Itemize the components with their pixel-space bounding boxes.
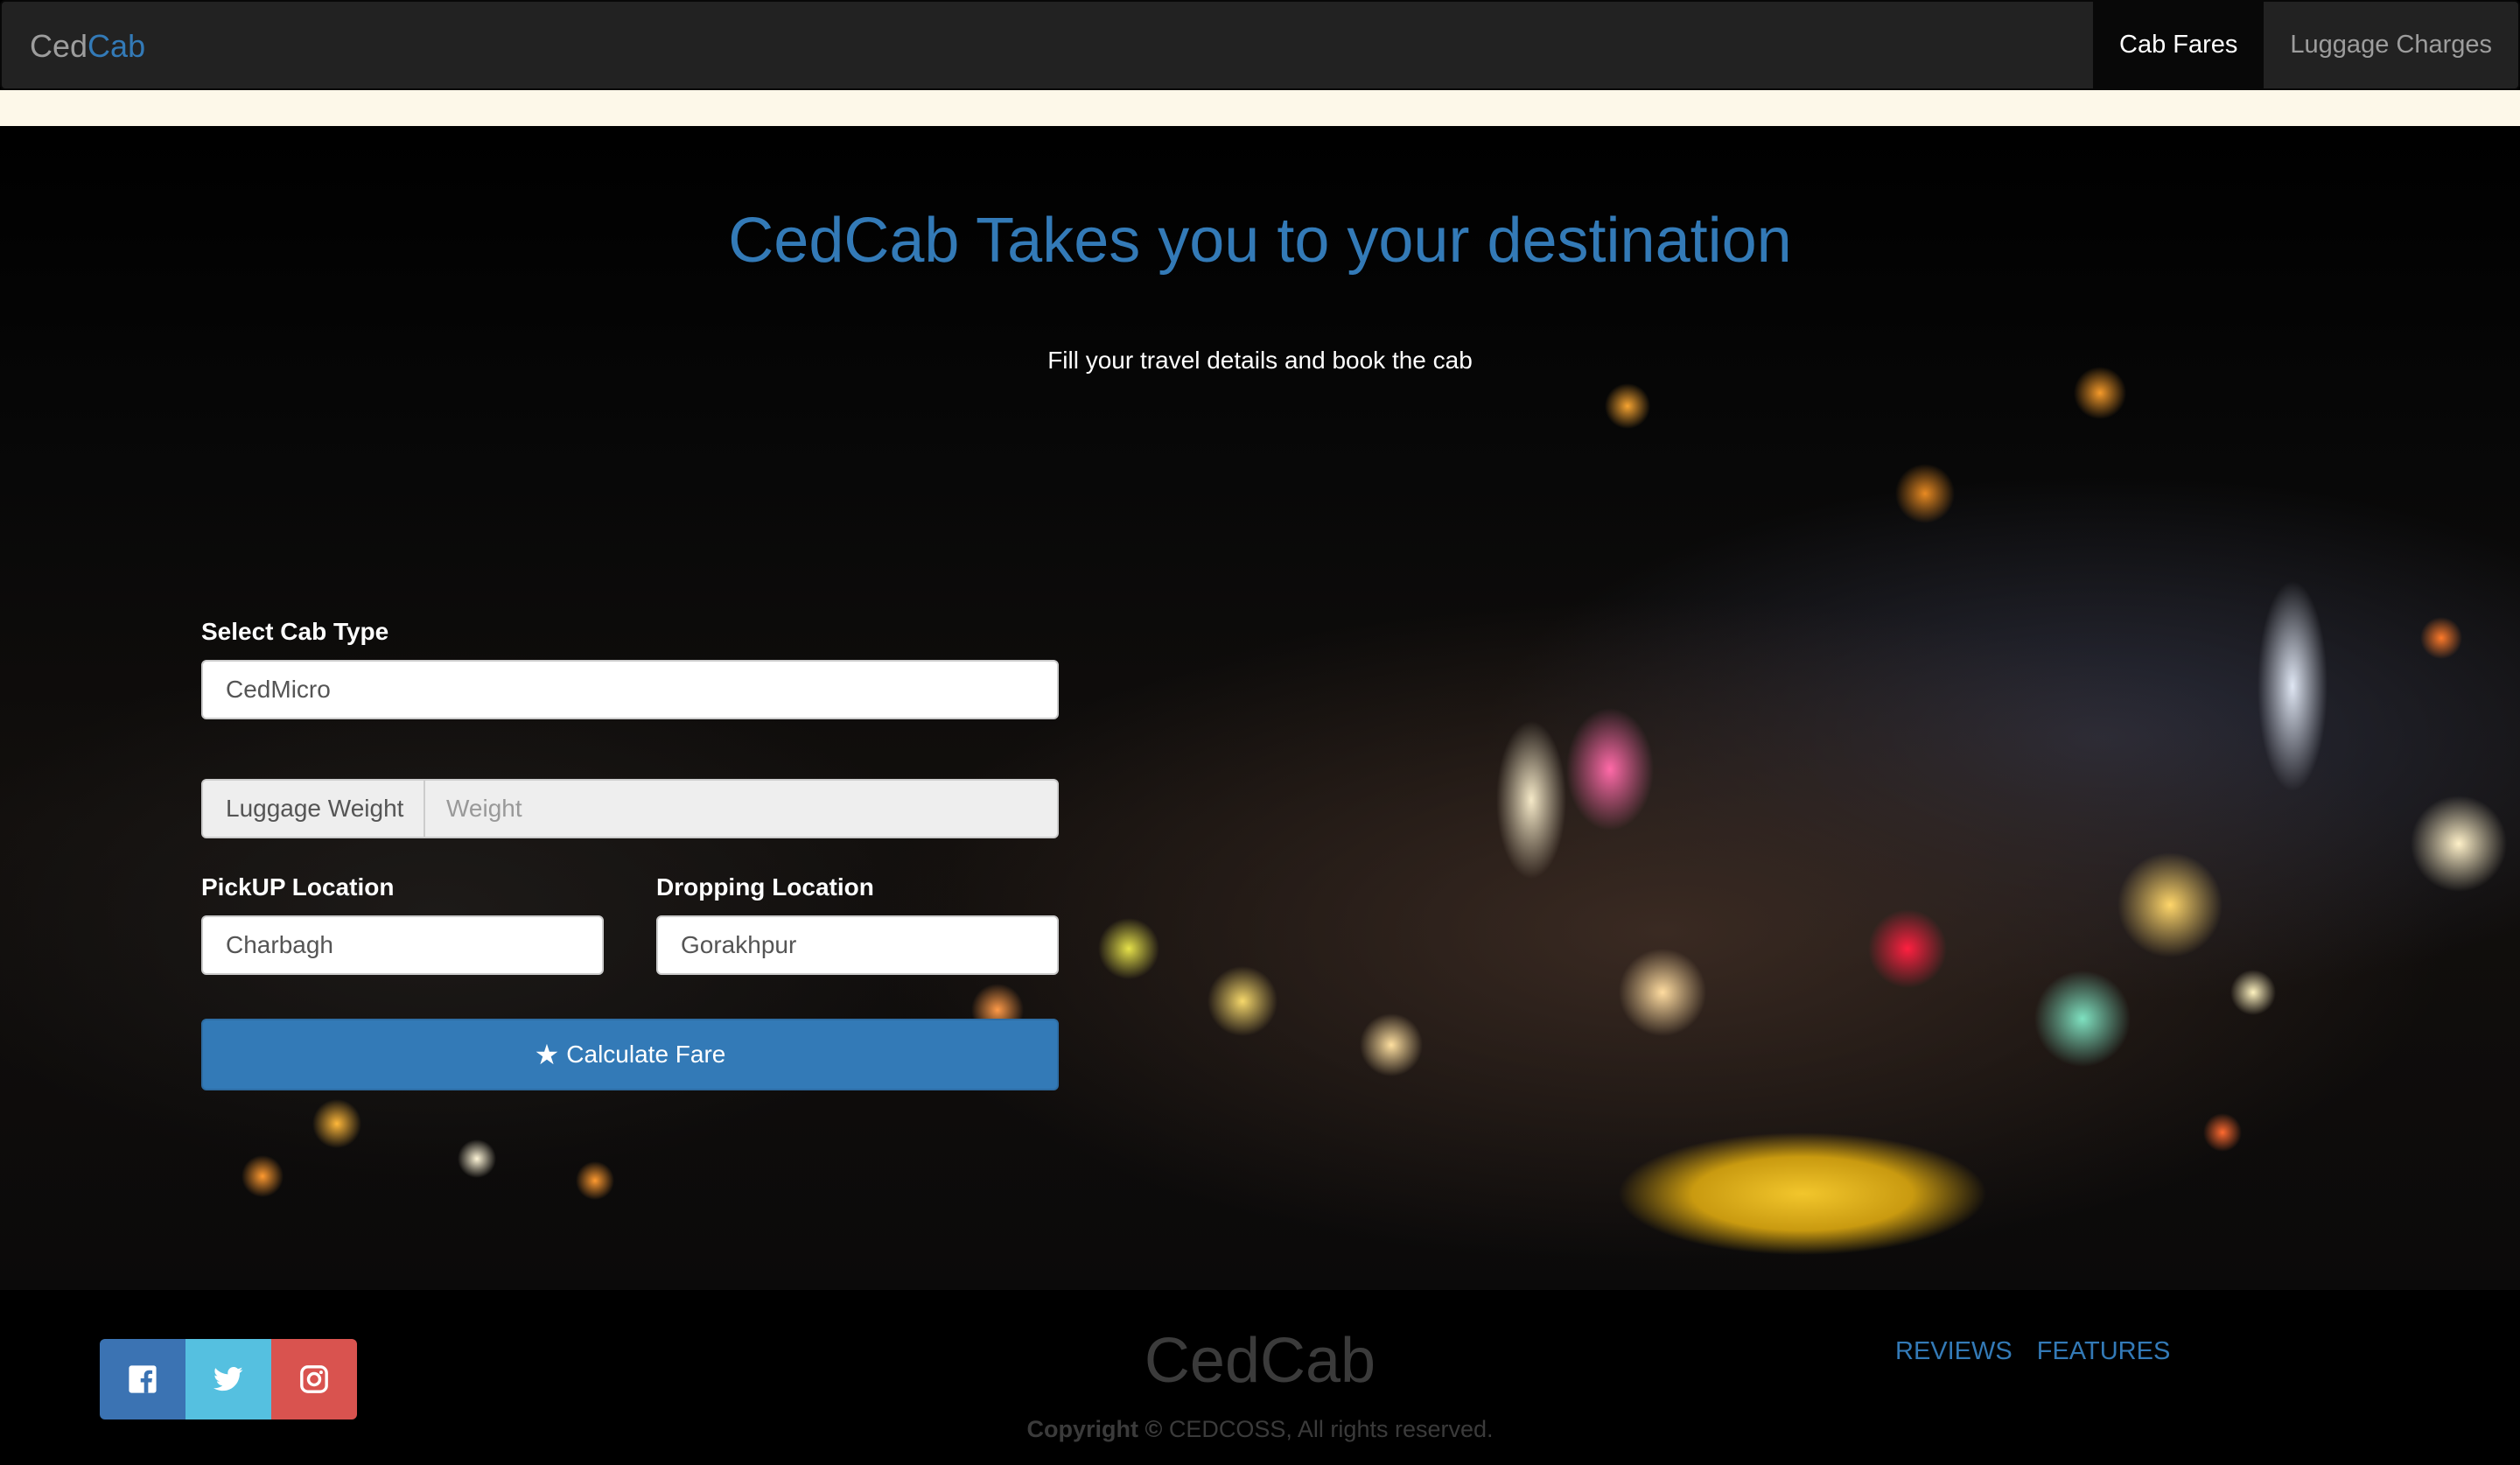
- calculate-fare-label: Calculate Fare: [566, 1041, 726, 1068]
- nav-link-cab-fares[interactable]: Cab Fares: [2093, 2, 2264, 88]
- footer-copyright: Copyright © CEDCOSS, All rights reserved…: [0, 1416, 2520, 1443]
- luggage-weight-group: Luggage Weight Weight: [201, 779, 1059, 838]
- drop-label: Dropping Location: [656, 873, 874, 901]
- footer-link-reviews[interactable]: REVIEWS: [1895, 1337, 2012, 1366]
- luggage-weight-input[interactable]: Weight: [425, 781, 1057, 837]
- hero-title: CedCab Takes you to your destination: [728, 206, 1792, 276]
- star-icon: ★: [534, 1039, 560, 1070]
- hero-subtitle: Fill your travel details and book the ca…: [1047, 347, 1473, 374]
- pickup-label: PickUP Location: [201, 873, 395, 901]
- drop-location-select[interactable]: Gorakhpur: [656, 915, 1059, 975]
- navbar-links: Cab Fares Luggage Charges: [2093, 2, 2518, 88]
- calculate-fare-button[interactable]: ★ Calculate Fare: [201, 1019, 1059, 1090]
- cab-type-select[interactable]: CedMicro: [201, 660, 1059, 719]
- top-navbar: CedCab Cab Fares Luggage Charges: [0, 0, 2520, 90]
- navbar-brand[interactable]: CedCab: [30, 28, 145, 65]
- page-footer: CedCab Copyright © CEDCOSS, All rights r…: [0, 1290, 2520, 1465]
- nav-link-luggage-charges[interactable]: Luggage Charges: [2264, 2, 2518, 88]
- footer-link-features[interactable]: FEATURES: [2037, 1337, 2171, 1366]
- hero-section: CedCab Takes you to your destination Fil…: [0, 126, 2520, 1290]
- copyright-label: Copyright ©: [1026, 1416, 1163, 1442]
- pickup-location-select[interactable]: Charbagh: [201, 915, 604, 975]
- notice-bar: [0, 90, 2520, 126]
- brand-text-cab: Cab: [88, 28, 146, 64]
- footer-links: REVIEWS FEATURES: [1895, 1337, 2170, 1366]
- cab-type-label: Select Cab Type: [201, 618, 389, 645]
- brand-text-ced: Ced: [30, 28, 88, 64]
- luggage-weight-addon: Luggage Weight: [203, 781, 425, 837]
- copyright-text: CEDCOSS, All rights reserved.: [1168, 1416, 1494, 1442]
